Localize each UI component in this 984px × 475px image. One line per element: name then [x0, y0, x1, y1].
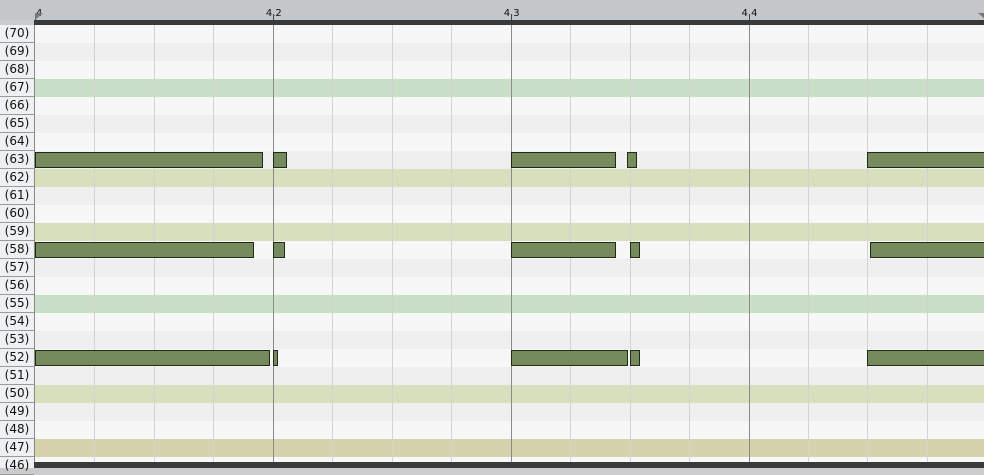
pitch-key-column[interactable]: (70) (69) (68) (67) (66) (65) (64) (63) (62) (61)… — [0, 25, 35, 475]
beat-line — [749, 25, 750, 462]
midi-note[interactable] — [273, 242, 285, 258]
pitch-row — [35, 313, 984, 331]
timeline-ruler[interactable]: 44.24.34.4 — [0, 0, 984, 20]
pitch-key[interactable]: (56) — [0, 277, 34, 295]
pitch-key[interactable]: (65) — [0, 115, 34, 133]
pitch-row — [35, 97, 984, 115]
pitch-key[interactable]: (49) — [0, 403, 34, 421]
subdivision-line — [689, 25, 690, 462]
midi-note[interactable] — [511, 350, 628, 366]
note-grid[interactable] — [35, 25, 984, 462]
pitch-row — [35, 169, 984, 187]
pitch-key[interactable]: (58) — [0, 241, 34, 259]
pitch-row — [35, 187, 984, 205]
pitch-row — [35, 439, 984, 457]
pitch-key[interactable]: (67) — [0, 79, 34, 97]
pitch-key[interactable]: (59) — [0, 223, 34, 241]
loop-end-marker[interactable] — [978, 13, 984, 20]
pitch-row — [35, 115, 984, 133]
loop-start-marker[interactable] — [35, 13, 43, 20]
pitch-key[interactable]: (53) — [0, 331, 34, 349]
pitch-row — [35, 133, 984, 151]
pitch-row — [35, 259, 984, 277]
pitch-key[interactable]: (63) — [0, 151, 34, 169]
pitch-key[interactable]: (62) — [0, 169, 34, 187]
pitch-row — [35, 385, 984, 403]
pitch-row — [35, 277, 984, 295]
grid-bottom-border — [34, 462, 984, 468]
pitch-key[interactable]: (60) — [0, 205, 34, 223]
subdivision-line — [332, 25, 333, 462]
midi-note[interactable] — [630, 350, 640, 366]
subdivision-line — [867, 25, 868, 462]
pitch-row — [35, 367, 984, 385]
pitch-key[interactable]: (69) — [0, 43, 34, 61]
pitch-key[interactable]: (46) — [0, 457, 34, 475]
midi-note[interactable] — [867, 152, 984, 168]
pitch-row — [35, 79, 984, 97]
pitch-key[interactable]: (51) — [0, 367, 34, 385]
midi-note[interactable] — [870, 242, 984, 258]
pitch-row — [35, 61, 984, 79]
pitch-key[interactable]: (47) — [0, 439, 34, 457]
pitch-row — [35, 421, 984, 439]
pitch-key[interactable]: (64) — [0, 133, 34, 151]
pitch-row — [35, 403, 984, 421]
subdivision-line — [451, 25, 452, 462]
midi-note[interactable] — [627, 152, 637, 168]
midi-note[interactable] — [35, 152, 263, 168]
pitch-key[interactable]: (55) — [0, 295, 34, 313]
midi-note[interactable] — [35, 350, 270, 366]
midi-note[interactable] — [273, 350, 278, 366]
midi-note[interactable] — [630, 242, 640, 258]
pitch-row — [35, 25, 984, 43]
pitch-row — [35, 43, 984, 61]
pitch-key[interactable]: (48) — [0, 421, 34, 439]
pitch-key[interactable]: (66) — [0, 97, 34, 115]
pitch-key[interactable]: (68) — [0, 61, 34, 79]
midi-note[interactable] — [511, 152, 616, 168]
pitch-key[interactable]: (54) — [0, 313, 34, 331]
pitch-row — [35, 205, 984, 223]
pitch-key[interactable]: (57) — [0, 259, 34, 277]
subdivision-line — [392, 25, 393, 462]
pitch-row — [35, 295, 984, 313]
subdivision-line — [808, 25, 809, 462]
pitch-key[interactable]: (61) — [0, 187, 34, 205]
pitch-row — [35, 331, 984, 349]
pitch-key[interactable]: (52) — [0, 349, 34, 367]
pitch-row — [35, 223, 984, 241]
midi-note[interactable] — [867, 350, 984, 366]
pitch-key[interactable]: (70) — [0, 25, 34, 43]
midi-note[interactable] — [511, 242, 616, 258]
midi-note[interactable] — [35, 242, 254, 258]
midi-note[interactable] — [273, 152, 287, 168]
pitch-key[interactable]: (50) — [0, 385, 34, 403]
